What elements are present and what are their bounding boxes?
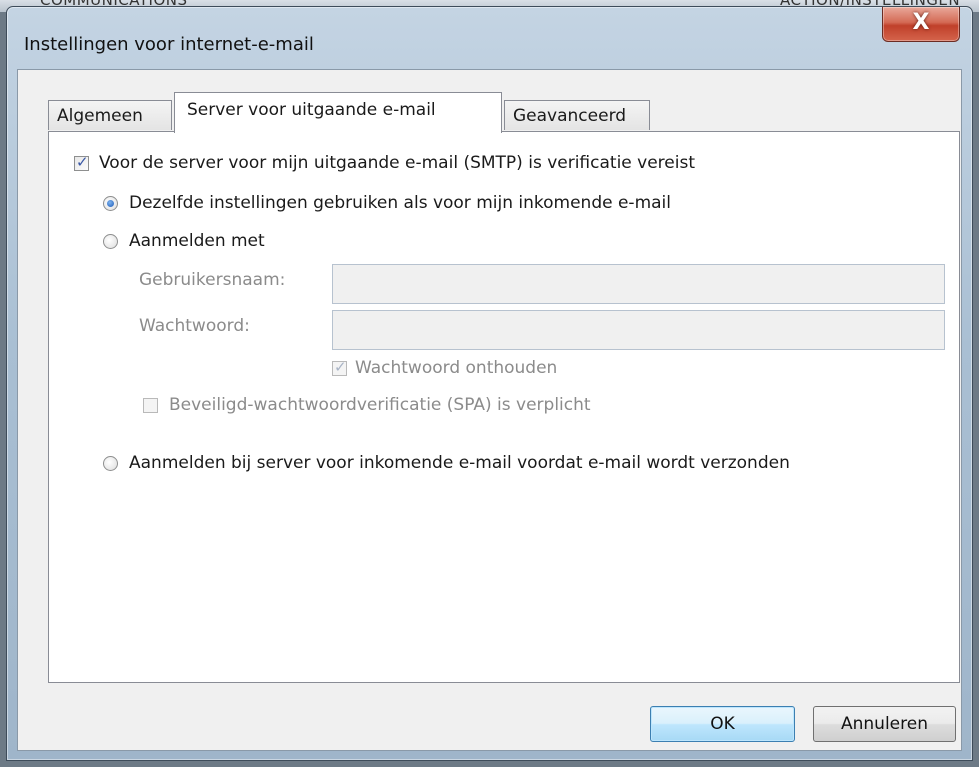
smtp-auth-checkbox[interactable] [74,153,89,171]
login-with-label: Aanmelden met [129,231,265,251]
spa-label: Beveiligd-wachtwoordverificatie (SPA) is… [169,395,591,415]
same-settings-label: Dezelfde instellingen gebruiken als voor… [129,193,671,213]
tab-advanced[interactable]: Geavanceerd [504,100,650,130]
ok-button[interactable]: OK [650,706,795,742]
login-incoming-first-radio[interactable] [103,456,118,471]
dialog-body: Algemeen Server voor uitgaande e-mail Ge… [17,69,962,751]
login-with-radio[interactable] [103,234,118,249]
username-input[interactable] [332,264,945,304]
spa-checkbox[interactable] [143,398,158,413]
remember-password-label: Wachtwoord onthouden [355,358,558,378]
tab-outgoing-server[interactable]: Server voor uitgaande e-mail [174,92,502,133]
dialog-title: Instellingen voor internet-e-mail [24,34,314,55]
internet-email-settings-dialog: Instellingen voor internet-e-mail X Alge… [6,6,973,761]
close-button[interactable]: X [882,7,960,42]
username-label: Gebruikersnaam: [139,270,286,290]
outgoing-server-panel: Voor de server voor mijn uitgaande e-mai… [48,131,960,683]
password-input[interactable] [332,310,945,350]
close-icon: X [912,10,930,35]
remember-password-checkbox[interactable] [332,358,347,376]
same-settings-radio[interactable] [103,196,118,211]
smtp-auth-label: Voor de server voor mijn uitgaande e-mai… [99,153,695,173]
password-label: Wachtwoord: [139,316,250,336]
tab-general[interactable]: Algemeen [48,100,172,130]
title-bar[interactable]: Instellingen voor internet-e-mail X [7,7,972,69]
cancel-button[interactable]: Annuleren [813,706,956,742]
login-incoming-first-label: Aanmelden bij server voor inkomende e-ma… [129,453,790,473]
